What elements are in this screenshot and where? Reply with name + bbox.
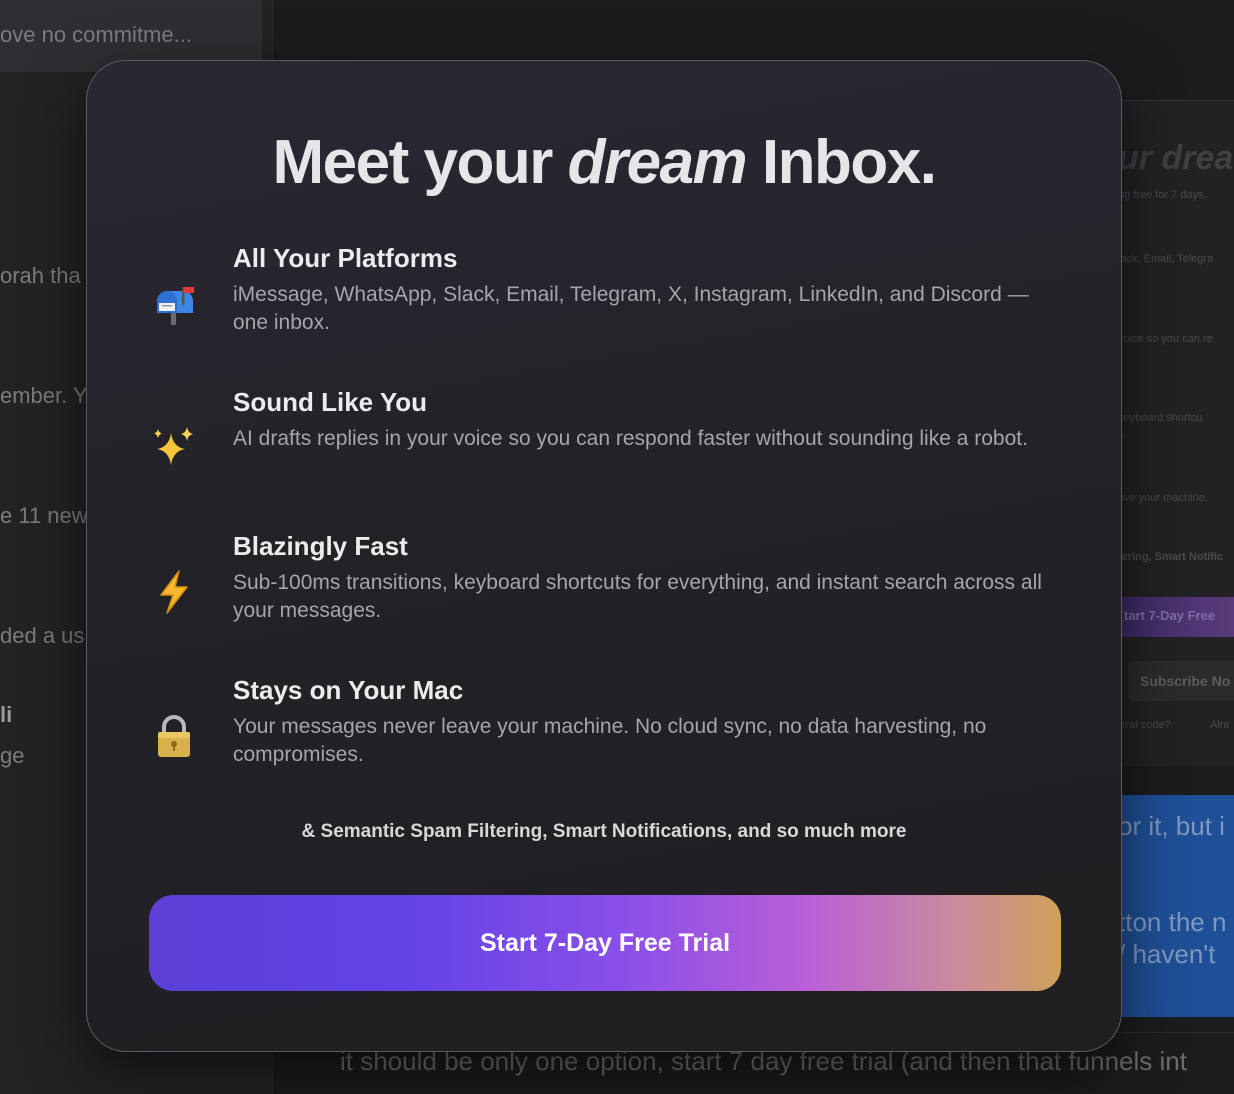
feature-sound-like-you: Sound Like You AI drafts replies in your… (149, 387, 1049, 497)
feature-title: All Your Platforms (233, 243, 458, 273)
background-list-text: ember. Y (0, 383, 88, 408)
background-list-text: ge (0, 743, 25, 768)
background-trial-button-label: tart 7-Day Free (1124, 608, 1216, 623)
background-panel-text: ave your machine. (1118, 492, 1208, 504)
modal-title-prefix: Meet your (272, 128, 568, 197)
background-panel-text: ng free for 7 days. (1118, 189, 1207, 201)
lightning-icon (149, 567, 199, 617)
modal-title: Meet your dream Inbox. (87, 127, 1121, 198)
background-panel-text: lack, Email, Telegra (1118, 253, 1214, 265)
background-subscribe-button: Subscribe No (1128, 661, 1234, 701)
background-panel-text: Alre (1210, 719, 1230, 731)
background-list-text: orah tha (0, 263, 81, 288)
background-panel-text: voice so you can re (1118, 333, 1213, 345)
background-bubble-text: or it, but i (1118, 811, 1225, 841)
feature-title: Sound Like You (233, 387, 428, 417)
feature-description: AI drafts replies in your voice so you c… (233, 427, 1028, 450)
background-panel-text: keyboard shortcu (1118, 412, 1203, 424)
sparkles-icon (149, 423, 199, 473)
background-subscribe-button-label: Subscribe No (1140, 673, 1231, 689)
start-trial-button[interactable]: Start 7-Day Free Trial (149, 895, 1061, 991)
feature-description: Your messages never leave your machine. … (233, 715, 987, 766)
more-features-text: & Semantic Spam Filtering, Smart Notific… (301, 821, 907, 842)
modal-title-suffix: Inbox. (746, 128, 937, 197)
background-paywall-panel: ur drea ng free for 7 days. lack, Email,… (1118, 100, 1234, 766)
feature-blazingly-fast: Blazingly Fast Sub-100ms transitions, ke… (149, 531, 1049, 641)
background-bubble-text: / haven't (1118, 939, 1216, 969)
background-bubble-text: tton the n (1118, 907, 1227, 937)
background-panel-text: tering, Smart Notific (1118, 551, 1224, 563)
background-list-text: ove no commitme... (0, 22, 192, 47)
background-message-bubble: or it, but i tton the n / haven't (1118, 795, 1234, 1017)
background-trial-button: tart 7-Day Free (1118, 597, 1234, 637)
paywall-modal: Meet your dream Inbox. All Your Platform… (86, 60, 1122, 1052)
lock-icon (149, 711, 199, 761)
background-list-text: li (0, 702, 13, 727)
background-panel-text: rral code? (1122, 719, 1171, 731)
feature-description: Sub-100ms transitions, keyboard shortcut… (233, 571, 1042, 622)
feature-title: Stays on Your Mac (233, 675, 464, 705)
feature-description: iMessage, WhatsApp, Slack, Email, Telegr… (233, 283, 1029, 334)
feature-all-platforms: All Your Platforms iMessage, WhatsApp, S… (149, 243, 1049, 353)
modal-title-emphasis: dream (567, 128, 748, 197)
background-list-text: e 11 new (0, 503, 88, 528)
start-trial-button-label: Start 7-Day Free Trial (479, 928, 731, 957)
feature-stays-on-mac: Stays on Your Mac Your messages never le… (149, 675, 1049, 785)
mailbox-icon (149, 279, 199, 329)
background-list-text: ded a us (0, 623, 85, 648)
background-panel-title: ur drea (1118, 139, 1234, 177)
feature-title: Blazingly Fast (233, 531, 408, 561)
